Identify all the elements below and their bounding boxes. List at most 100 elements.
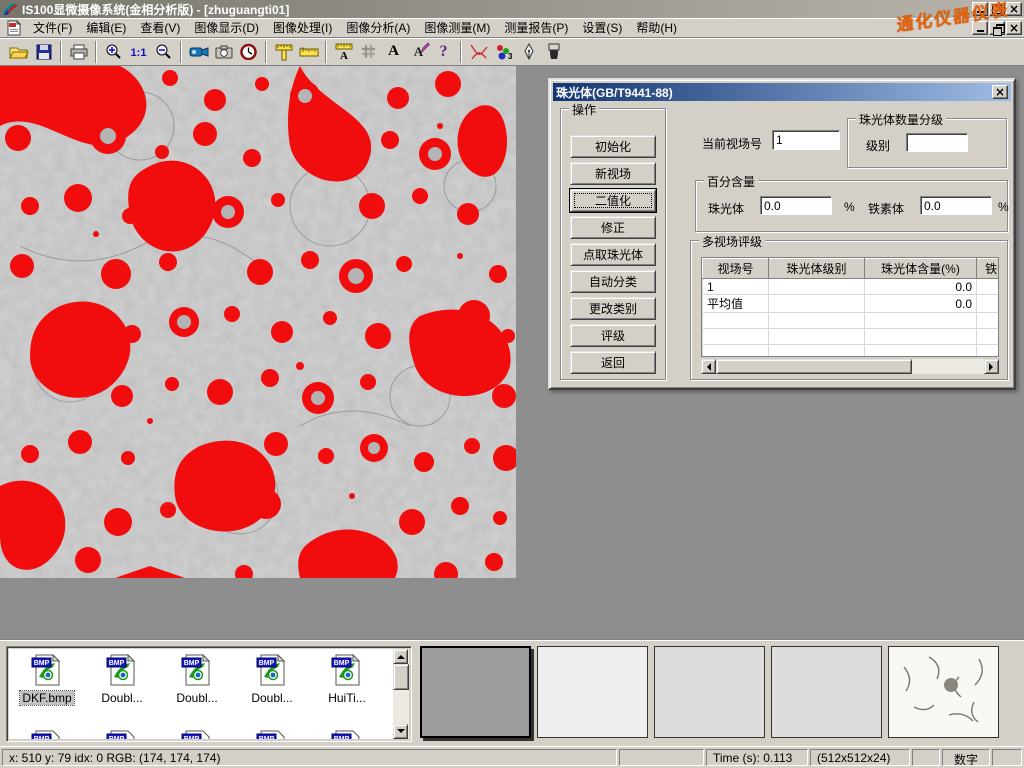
- mdi-close-button[interactable]: [1006, 21, 1022, 35]
- percent-group: 百分含量 珠光体 % 铁素体 %: [695, 180, 1008, 232]
- table-row[interactable]: [703, 345, 1000, 358]
- file-item[interactable]: BMP: [161, 729, 233, 739]
- change-class-button[interactable]: 更改类别: [570, 297, 656, 320]
- close-button[interactable]: [1006, 2, 1022, 16]
- pearlite-dialog: 珠光体(GB/T9441-88) 操作 初始化 新视场 二值化 修正 点取珠光体…: [548, 78, 1016, 390]
- grade-button[interactable]: 评级: [570, 324, 656, 347]
- menu-settings[interactable]: 设置(S): [575, 17, 629, 38]
- auto-classify-button[interactable]: 自动分类: [570, 270, 656, 293]
- file-item[interactable]: BMP Doubl...: [161, 653, 233, 705]
- thumbnail[interactable]: [888, 646, 999, 738]
- mdi-child-icon[interactable]: [6, 20, 22, 36]
- help-button[interactable]: [431, 40, 456, 64]
- pick-pearlite-button[interactable]: 点取珠光体: [570, 243, 656, 266]
- file-item[interactable]: BMP: [11, 729, 83, 739]
- status-image-size: (512x512x24): [810, 749, 910, 766]
- thumbnail[interactable]: [654, 646, 765, 738]
- menu-measure-report[interactable]: 测量报告(P): [497, 17, 575, 38]
- new-view-button[interactable]: 新视场: [570, 162, 656, 185]
- file-item[interactable]: BMP: [86, 729, 158, 739]
- table-row[interactable]: [703, 313, 1000, 329]
- table-row[interactable]: 10.0: [703, 279, 1000, 295]
- menu-bar: 文件(F) 编辑(E) 查看(V) 图像显示(D) 图像处理(I) 图像分析(A…: [0, 18, 1024, 38]
- open-button[interactable]: [6, 40, 31, 64]
- cell: [769, 313, 865, 329]
- annotate-button[interactable]: [406, 40, 431, 64]
- maximize-button[interactable]: [989, 2, 1005, 16]
- file-item[interactable]: BMP Doubl...: [236, 653, 308, 705]
- ferrite-percent-sign: %: [998, 200, 1009, 214]
- mdi-minimize-button[interactable]: [972, 21, 988, 35]
- grade-input[interactable]: [906, 133, 968, 152]
- scroll-track[interactable]: [393, 690, 409, 724]
- scroll-down-button[interactable]: [393, 724, 408, 739]
- caliper-button[interactable]: [271, 40, 296, 64]
- table-row[interactable]: 平均值0.0: [703, 295, 1000, 313]
- file-list-viewport[interactable]: BMP DKF.bmp BMP Doubl... BMP Doubl... BM…: [9, 649, 393, 739]
- save-button[interactable]: [31, 40, 56, 64]
- menu-image-processing[interactable]: 图像处理(I): [266, 17, 339, 38]
- micrograph-canvas[interactable]: [0, 66, 516, 578]
- mdi-restore-button[interactable]: [989, 21, 1005, 35]
- bmp-badge: BMP: [184, 736, 200, 739]
- menu-image-measure[interactable]: 图像测量(M): [417, 17, 497, 38]
- timer-button[interactable]: [236, 40, 261, 64]
- thumbnail-selected[interactable]: [420, 646, 531, 738]
- pearlite-percent-input[interactable]: [760, 196, 832, 215]
- scroll-up-button[interactable]: [393, 649, 408, 664]
- curve-button[interactable]: [466, 40, 491, 64]
- scroll-left-button[interactable]: [701, 359, 716, 374]
- ruler-button[interactable]: [296, 40, 321, 64]
- measure-text-icon: A: [335, 43, 353, 61]
- percent-group-label: 百分含量: [704, 173, 758, 190]
- scroll-thumb[interactable]: [716, 359, 912, 374]
- multiview-table[interactable]: 视场号 珠光体级别 珠光体含量(%) 铁素体含量(%) 10.0 平均值0.0: [701, 257, 999, 357]
- zoom-out-button[interactable]: [151, 40, 176, 64]
- cell: [977, 313, 1000, 329]
- menu-help[interactable]: 帮助(H): [629, 17, 684, 38]
- dialog-close-button[interactable]: [992, 85, 1008, 99]
- file-item[interactable]: BMP DKF.bmp: [11, 653, 83, 705]
- file-item[interactable]: BMP HuiTi...: [311, 653, 383, 705]
- menu-image-analysis[interactable]: 图像分析(A): [339, 17, 417, 38]
- arrow-left-icon: [703, 363, 711, 371]
- thumbnail[interactable]: [537, 646, 648, 738]
- file-item[interactable]: BMP: [311, 729, 383, 739]
- scroll-thumb[interactable]: [393, 664, 409, 690]
- menu-edit[interactable]: 编辑(E): [79, 17, 133, 38]
- file-name: Doubl...: [174, 691, 219, 705]
- scroll-track[interactable]: [912, 359, 984, 374]
- correct-button[interactable]: 修正: [570, 216, 656, 239]
- return-button[interactable]: 返回: [570, 351, 656, 374]
- current-view-input[interactable]: [772, 130, 840, 150]
- table-hscrollbar[interactable]: [701, 359, 999, 374]
- grid-button[interactable]: [356, 40, 381, 64]
- dialog-title-bar[interactable]: 珠光体(GB/T9441-88): [553, 83, 1011, 101]
- ferrite-percent-input[interactable]: [920, 196, 992, 215]
- font-button[interactable]: [381, 40, 406, 64]
- measure-text-button[interactable]: A: [331, 40, 356, 64]
- scroll-right-button[interactable]: [984, 359, 999, 374]
- table-row[interactable]: [703, 329, 1000, 345]
- count-points-button[interactable]: [491, 40, 516, 64]
- brush-button[interactable]: [541, 40, 566, 64]
- minimize-button[interactable]: [972, 2, 988, 16]
- initialize-button[interactable]: 初始化: [570, 135, 656, 158]
- binarize-button[interactable]: 二值化: [570, 189, 656, 212]
- thumbnail[interactable]: [771, 646, 882, 738]
- file-list-vscrollbar[interactable]: [393, 649, 409, 739]
- file-item[interactable]: BMP Doubl...: [86, 653, 158, 705]
- zoom-in-button[interactable]: [101, 40, 126, 64]
- print-button[interactable]: [66, 40, 91, 64]
- video-capture-button[interactable]: [186, 40, 211, 64]
- snapshot-button[interactable]: [211, 40, 236, 64]
- pen-button[interactable]: [516, 40, 541, 64]
- menu-file[interactable]: 文件(F): [26, 17, 79, 38]
- cell: [977, 279, 1000, 295]
- actual-size-button[interactable]: [126, 40, 151, 64]
- col-ferrite-content: 铁素体含量(%): [977, 259, 1000, 279]
- menu-image-display[interactable]: 图像显示(D): [187, 17, 266, 38]
- file-item[interactable]: BMP: [236, 729, 308, 739]
- video-camera-icon: [189, 45, 209, 59]
- menu-view[interactable]: 查看(V): [133, 17, 187, 38]
